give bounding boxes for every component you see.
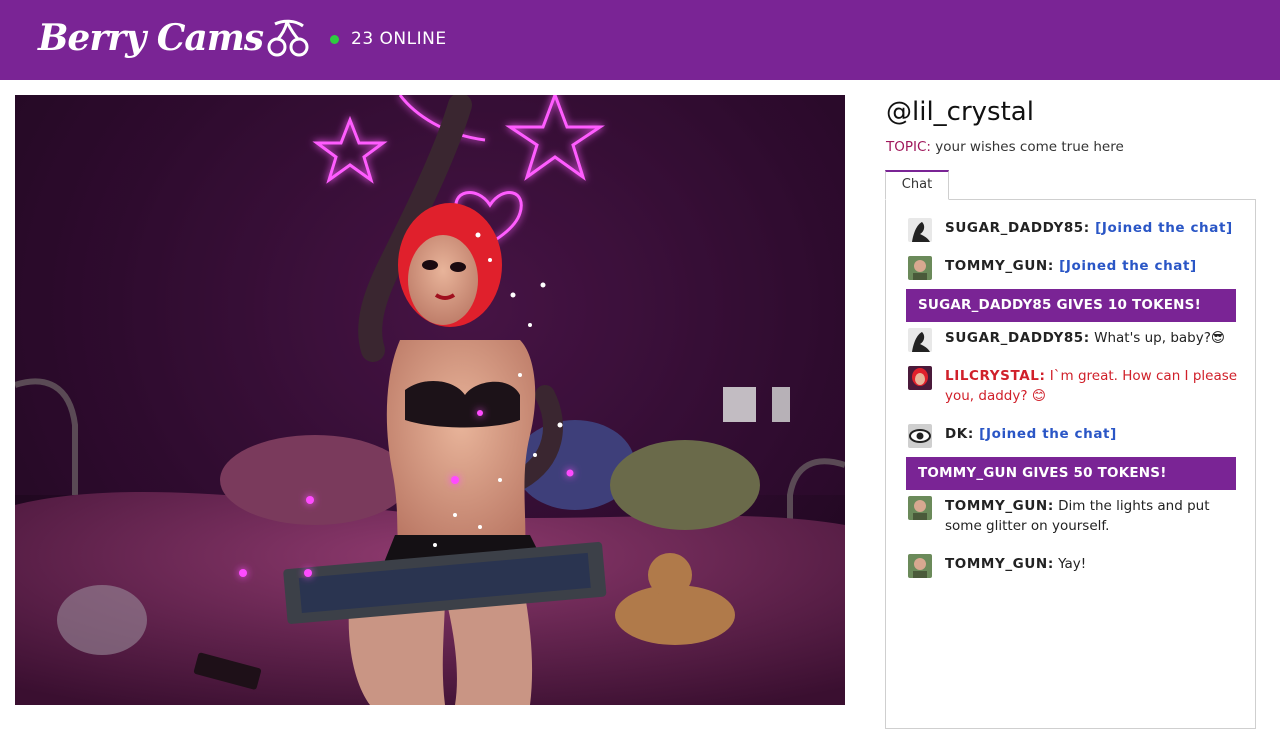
- model-username: @lil_crystal: [886, 97, 1034, 127]
- silhouette-avatar[interactable]: [908, 328, 932, 352]
- chat-message: DK: [Joined the chat]: [908, 424, 1238, 448]
- man-avatar[interactable]: [908, 496, 932, 520]
- chat-username[interactable]: SUGAR_DADDY85:: [945, 330, 1090, 346]
- chat-text: [Joined the chat]: [973, 426, 1117, 442]
- stream-scene-image: [15, 95, 845, 705]
- model-avatar[interactable]: [908, 366, 932, 390]
- man-avatar[interactable]: [908, 554, 932, 578]
- chat-panel[interactable]: SUGAR_DADDY85: [Joined the chat] TOMMY_G…: [885, 199, 1256, 729]
- eye-avatar[interactable]: [908, 424, 932, 448]
- online-status-icon: [330, 34, 339, 44]
- chat-username[interactable]: TOMMY_GUN:: [945, 258, 1054, 274]
- chat-text: What's up, baby?😎: [1089, 330, 1225, 346]
- chat-username[interactable]: SUGAR_DADDY85:: [945, 220, 1090, 236]
- tip-notification: SUGAR_DADDY85 GIVES 10 TOKENS!: [906, 289, 1236, 322]
- room-topic: TOPIC: your wishes come true here: [886, 139, 1124, 155]
- online-count: 23 ONLINE: [330, 29, 447, 49]
- chat-username[interactable]: DK:: [945, 426, 974, 442]
- chat-username[interactable]: TOMMY_GUN:: [945, 498, 1054, 514]
- man-avatar[interactable]: [908, 256, 932, 280]
- tip-notification: TOMMY_GUN GIVES 50 TOKENS!: [906, 457, 1236, 490]
- chat-message: TOMMY_GUN: Yay!: [908, 554, 1238, 578]
- chat-username[interactable]: LILCRYSTAL:: [945, 368, 1046, 384]
- logo-text: Berry Cams: [38, 17, 264, 59]
- tab-chat[interactable]: Chat: [885, 170, 949, 200]
- online-count-label: 23 ONLINE: [351, 29, 447, 49]
- chat-text: Yay!: [1053, 556, 1087, 572]
- chat-message: SUGAR_DADDY85: What's up, baby?😎: [908, 328, 1238, 352]
- topic-text: your wishes come true here: [930, 139, 1124, 155]
- chat-message: TOMMY_GUN: Dim the lights and put some g…: [908, 496, 1238, 536]
- chat-username[interactable]: TOMMY_GUN:: [945, 556, 1054, 572]
- chat-message: LILCRYSTAL: I`m great. How can I please …: [908, 366, 1238, 406]
- cherry-icon: [267, 19, 309, 57]
- video-stream[interactable]: [15, 95, 845, 705]
- silhouette-avatar[interactable]: [908, 218, 932, 242]
- chat-text: [Joined the chat]: [1053, 258, 1197, 274]
- chat-message: SUGAR_DADDY85: [Joined the chat]: [908, 218, 1238, 242]
- topic-label: TOPIC:: [886, 139, 931, 155]
- chat-text: [Joined the chat]: [1089, 220, 1233, 236]
- chat-message: TOMMY_GUN: [Joined the chat]: [908, 256, 1238, 280]
- top-header: Berry Cams 23 ONLINE: [0, 0, 1280, 80]
- site-logo[interactable]: Berry Cams: [38, 12, 311, 64]
